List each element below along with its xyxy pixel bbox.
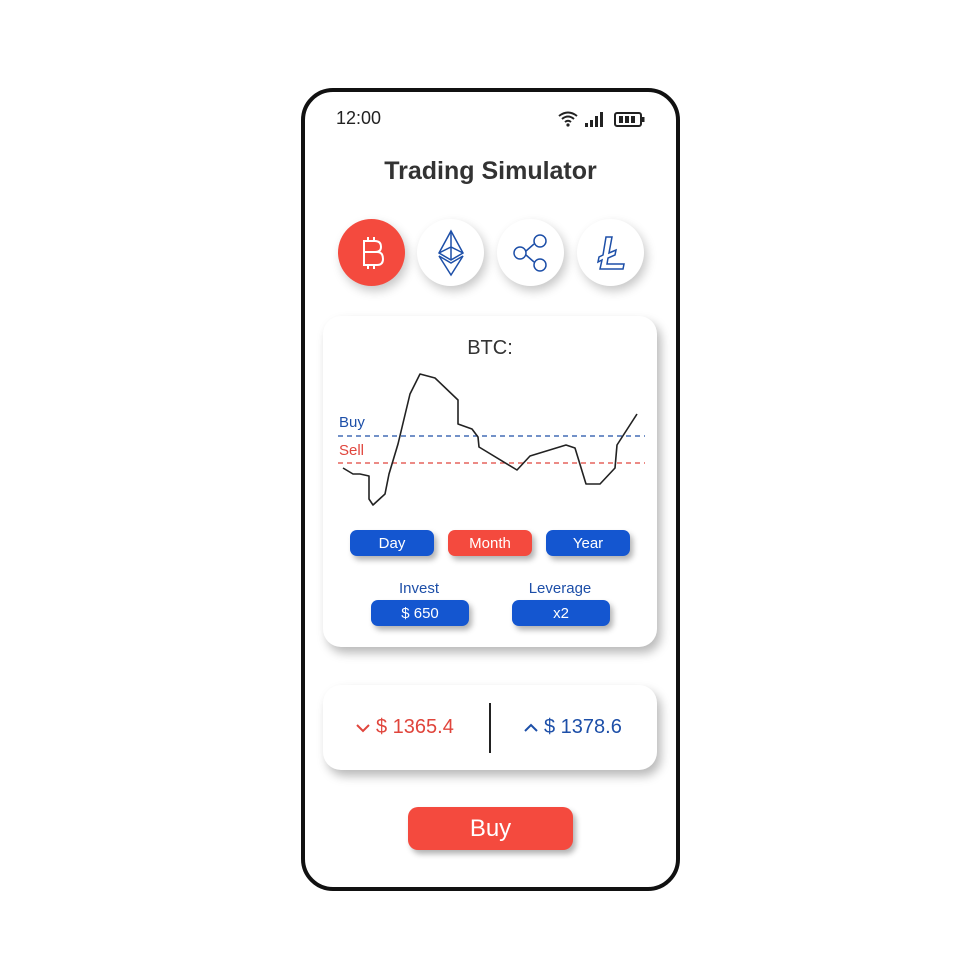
chart-title: BTC: [467,337,513,359]
coin-litecoin[interactable] [577,219,644,286]
ripple-icon [512,233,547,272]
chevron-up-icon [524,723,538,732]
chart-card [323,316,657,647]
leverage-label: Leverage [528,580,592,597]
status-time: 12:00 [336,108,382,128]
buy-price-value: $ 1378.6 [544,716,622,738]
wifi-icon [558,111,578,127]
bitcoin-icon [362,236,384,269]
period-year-button[interactable]: Year [546,530,630,556]
coin-ethereum[interactable] [417,219,484,286]
battery-icon [614,112,645,127]
invest-field[interactable]: $ 650 [371,600,469,626]
page-title: Trading Simulator [384,157,597,185]
status-icons [558,111,645,127]
coin-ripple[interactable] [497,219,564,286]
price-divider [489,703,491,753]
buy-button[interactable]: Buy [408,807,573,850]
leverage-field[interactable]: x2 [512,600,610,626]
sell-price: $ 1365.4 [356,716,454,739]
period-month-button[interactable]: Month [448,530,532,556]
buy-price: $ 1378.6 [524,716,622,739]
ethereum-icon [437,228,464,276]
buy-line-label: Buy [339,414,365,431]
invest-label: Invest [398,580,440,597]
period-day-button[interactable]: Day [350,530,434,556]
coin-bitcoin[interactable] [338,219,405,286]
chevron-down-icon [356,723,370,732]
signal-icon [585,112,603,127]
sell-price-value: $ 1365.4 [376,716,454,738]
litecoin-icon [596,235,625,270]
sell-line-label: Sell [339,442,365,459]
